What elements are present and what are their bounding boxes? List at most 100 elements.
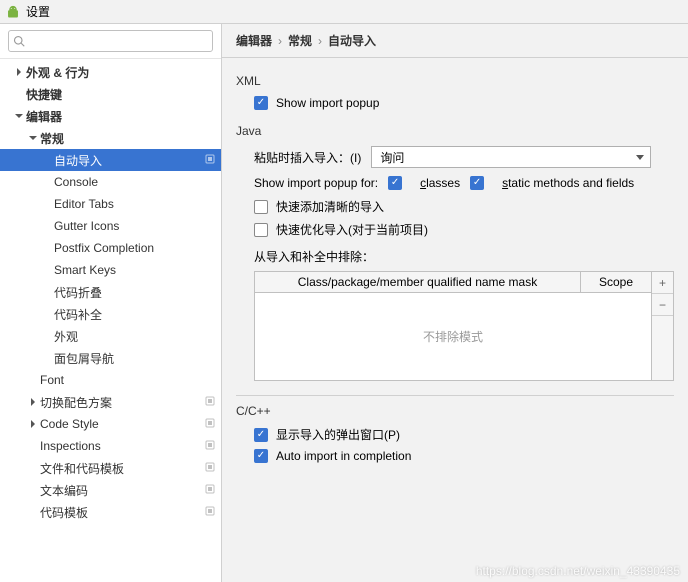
spacer xyxy=(28,463,38,473)
add-unambiguous-checkbox[interactable] xyxy=(254,200,268,214)
spacer xyxy=(28,441,38,451)
spacer xyxy=(42,177,52,187)
spacer xyxy=(42,287,52,297)
tree-item-label: Font xyxy=(40,373,215,387)
android-icon xyxy=(6,5,20,19)
project-scope-icon xyxy=(205,505,215,519)
ccpp-auto-import-checkbox[interactable] xyxy=(254,449,268,463)
breadcrumb-item[interactable]: 常规 xyxy=(288,32,312,49)
paste-insert-imports-select[interactable]: 询问 xyxy=(371,146,651,168)
chevron-right-icon xyxy=(28,419,38,429)
settings-tree: 外观 & 行为快捷键编辑器常规自动导入 Console Editor TabsGut… xyxy=(0,59,221,582)
tree-item[interactable]: 代码补全 xyxy=(0,303,221,325)
tree-item-label: 文件和代码模板 xyxy=(40,460,201,477)
search-icon xyxy=(13,35,25,47)
tree-item[interactable]: Editor Tabs xyxy=(0,193,221,215)
tree-item[interactable]: 快捷键 xyxy=(0,83,221,105)
tree-item[interactable]: Smart Keys xyxy=(0,259,221,281)
xml-show-import-popup-checkbox[interactable] xyxy=(254,96,268,110)
xml-section-label: XML xyxy=(236,74,674,88)
chevron-down-icon xyxy=(14,111,24,121)
tree-item[interactable]: Inspections xyxy=(0,435,221,457)
ccpp-show-popup-checkbox[interactable] xyxy=(254,428,268,442)
spacer xyxy=(42,155,52,165)
spacer xyxy=(42,309,52,319)
spacer xyxy=(42,353,52,363)
select-value: 询问 xyxy=(380,149,404,166)
tree-item[interactable]: Console xyxy=(0,171,221,193)
ccpp-section-label: C/C++ xyxy=(236,404,674,418)
tree-item[interactable]: 文件和代码模板 xyxy=(0,457,221,479)
tree-item-label: Code Style xyxy=(40,417,201,431)
tree-item[interactable]: Code Style xyxy=(0,413,221,435)
tree-item[interactable]: 面包屑导航 xyxy=(0,347,221,369)
tree-item[interactable]: 切换配色方案 xyxy=(0,391,221,413)
static-methods-checkbox[interactable] xyxy=(470,176,484,190)
titlebar: 设置 xyxy=(0,0,688,24)
tree-item-label: Smart Keys xyxy=(54,263,215,277)
breadcrumb: 编辑器 › 常规 › 自动导入 xyxy=(222,24,688,58)
section-divider xyxy=(236,395,674,396)
spacer xyxy=(28,507,38,517)
paste-insert-imports-label: 粘贴时插入导入：(I) xyxy=(254,149,361,166)
optimize-imports-label: 快速优化导入(对于当前项目) xyxy=(276,221,428,238)
chevron-right-icon xyxy=(14,67,24,77)
spacer xyxy=(42,221,52,231)
optimize-imports-checkbox[interactable] xyxy=(254,223,268,237)
tree-item[interactable]: 文本编码 xyxy=(0,479,221,501)
tree-item[interactable]: 常规 xyxy=(0,127,221,149)
project-scope-icon xyxy=(205,439,215,453)
window-title: 设置 xyxy=(26,3,50,20)
tree-item[interactable]: Gutter Icons xyxy=(0,215,221,237)
tree-item-label: 文本编码 xyxy=(40,482,201,499)
watermark: https://blog.csdn.net/weixin_43390435 xyxy=(476,564,680,578)
add-exclude-button[interactable]: + xyxy=(652,272,673,294)
breadcrumb-item[interactable]: 编辑器 xyxy=(236,32,272,49)
tree-item-label: Inspections xyxy=(40,439,201,453)
main-panel: 编辑器 › 常规 › 自动导入 XML Show import popup Ja… xyxy=(222,24,688,582)
chevron-down-icon xyxy=(28,133,38,143)
tree-item-label: 外观 & 行为 xyxy=(26,64,215,81)
search-input[interactable] xyxy=(8,30,213,52)
tree-item-label: 代码补全 xyxy=(54,306,215,323)
table-empty-text: 不排除模式 xyxy=(255,293,651,380)
tree-item-label: 外观 xyxy=(54,328,215,345)
tree-item-label: 切换配色方案 xyxy=(40,394,201,411)
show-import-popup-for-label: Show import popup for: xyxy=(254,176,378,190)
tree-item[interactable]: 外观 xyxy=(0,325,221,347)
spacer xyxy=(14,89,24,99)
chevron-right-icon: › xyxy=(318,34,322,48)
project-scope-icon xyxy=(205,395,215,409)
tree-item-label: 编辑器 xyxy=(26,108,215,125)
tree-item[interactable]: 编辑器 xyxy=(0,105,221,127)
java-section-label: Java xyxy=(236,124,674,138)
project-scope-icon xyxy=(205,483,215,497)
project-scope-icon xyxy=(205,417,215,431)
tree-item[interactable]: 外观 & 行为 xyxy=(0,61,221,83)
exclude-label: 从导入和补全中排除： xyxy=(254,248,674,265)
remove-exclude-button[interactable]: − xyxy=(652,294,673,316)
tree-item-label: 代码折叠 xyxy=(54,284,215,301)
spacer xyxy=(28,375,38,385)
tree-item[interactable]: Font xyxy=(0,369,221,391)
tree-item[interactable]: 自动导入 xyxy=(0,149,221,171)
classes-checkbox[interactable] xyxy=(388,176,402,190)
static-methods-label: static methods and fields xyxy=(502,176,634,190)
tree-item[interactable]: 代码折叠 xyxy=(0,281,221,303)
table-col-name[interactable]: Class/package/member qualified name mask xyxy=(255,272,581,292)
tree-item-label: Console xyxy=(54,175,215,189)
table-col-scope[interactable]: Scope xyxy=(581,272,651,292)
add-unambiguous-label: 快速添加清晰的导入 xyxy=(276,198,384,215)
tree-item[interactable]: Postfix Completion xyxy=(0,237,221,259)
tree-item-label: 代码模板 xyxy=(40,504,201,521)
ccpp-auto-import-label: Auto import in completion xyxy=(276,449,411,463)
tree-item-label: 自动导入 xyxy=(54,152,201,169)
spacer xyxy=(42,265,52,275)
spacer xyxy=(28,485,38,495)
tree-item-label: 常规 xyxy=(40,130,215,147)
exclude-table: Class/package/member qualified name mask… xyxy=(254,271,652,381)
ccpp-show-popup-label: 显示导入的弹出窗口(P) xyxy=(276,426,400,443)
tree-item-label: 快捷键 xyxy=(26,86,215,103)
chevron-right-icon xyxy=(28,397,38,407)
tree-item[interactable]: 代码模板 xyxy=(0,501,221,523)
